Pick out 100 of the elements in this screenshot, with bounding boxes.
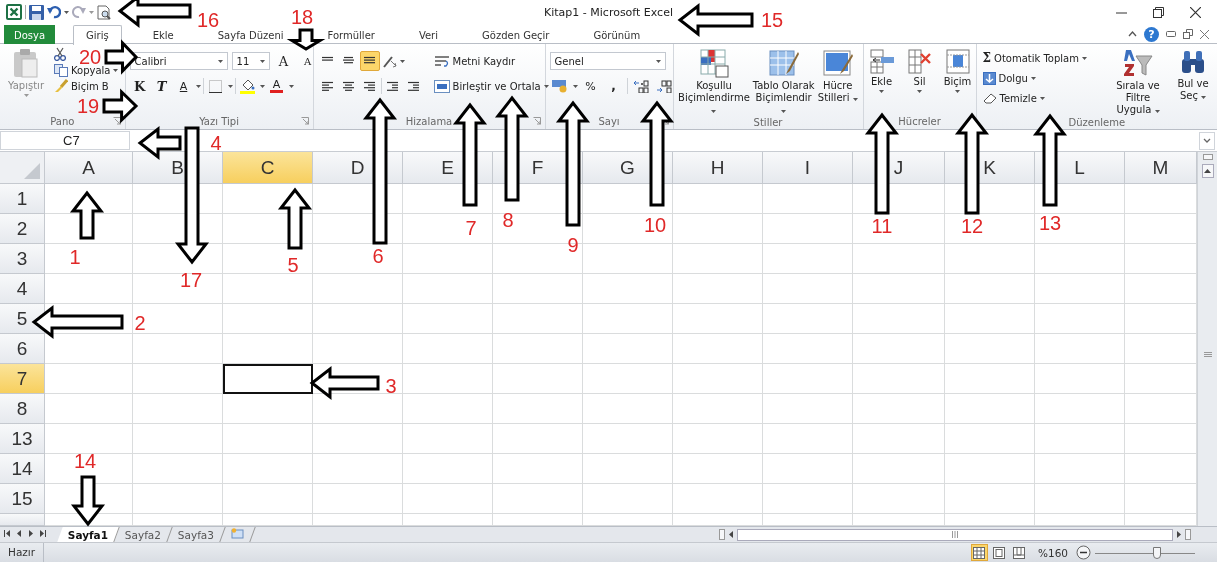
grid-cell[interactable] (403, 214, 493, 244)
grid-cell[interactable] (763, 214, 853, 244)
grid-cell[interactable] (1035, 394, 1125, 424)
scroll-up-icon[interactable] (1204, 169, 1211, 173)
excel-logo-icon[interactable] (6, 4, 22, 20)
ribbon-tab[interactable]: Giriş (73, 25, 122, 45)
grid-cell[interactable] (583, 334, 673, 364)
cut-button[interactable] (52, 46, 68, 62)
grid-cell[interactable] (853, 304, 945, 334)
grid-cell[interactable] (673, 484, 763, 514)
grid-cell[interactable] (133, 424, 223, 454)
grid-cell[interactable] (1035, 364, 1125, 394)
row-header[interactable]: 4 (0, 274, 45, 304)
zoom-level[interactable]: %160 (1037, 546, 1068, 559)
grid-cell[interactable] (403, 364, 493, 394)
grid-cell[interactable] (583, 304, 673, 334)
vertical-scrollbar[interactable] (1197, 152, 1217, 526)
view-button[interactable] (970, 544, 988, 561)
merge-center-button[interactable]: Birleştir ve Ortala (431, 75, 551, 97)
split-handle-icon[interactable] (1185, 529, 1191, 540)
row-header[interactable]: 13 (0, 424, 45, 454)
find-select-button[interactable]: Bul ve Seç (1173, 46, 1213, 116)
grid-cell[interactable] (1035, 514, 1125, 526)
grid-cell[interactable] (313, 274, 403, 304)
close-icon[interactable] (1190, 6, 1201, 18)
grid-cell[interactable] (133, 394, 223, 424)
grid-cell[interactable] (313, 334, 403, 364)
grid-cell[interactable] (673, 514, 763, 526)
grid-cell[interactable] (45, 334, 133, 364)
sort-filter-button[interactable]: Sırala ve Filtre Uygula (1107, 46, 1169, 116)
comma-button[interactable]: , (603, 76, 624, 96)
restore-icon[interactable] (1153, 6, 1164, 18)
grow-font-button[interactable]: A (273, 51, 294, 71)
grid-cell[interactable] (673, 424, 763, 454)
grid-cell[interactable] (133, 364, 223, 394)
column-header[interactable]: M (1125, 152, 1197, 184)
grid-cell[interactable] (313, 304, 403, 334)
grid-cell[interactable] (223, 334, 313, 364)
grid-cell[interactable] (945, 244, 1035, 274)
grid-cell[interactable] (853, 334, 945, 364)
grid-cell[interactable] (313, 244, 403, 274)
grid-cell[interactable] (1035, 334, 1125, 364)
row-header[interactable]: 7 (0, 364, 45, 394)
bold-button[interactable]: K (129, 76, 150, 96)
grid-cell[interactable] (945, 514, 1035, 526)
styles-button[interactable]: Koşullu Biçimlendirme (677, 46, 751, 116)
ribbon-tab[interactable]: Formüller (314, 25, 388, 44)
grid-cell[interactable] (223, 304, 313, 334)
grid-cell[interactable] (583, 424, 673, 454)
grid-cell[interactable] (223, 274, 313, 304)
ribbon-tab[interactable]: Gözden Geçir (469, 25, 563, 44)
grid-cell[interactable] (493, 304, 583, 334)
font-size-dropdown[interactable]: 11 (231, 52, 270, 70)
styles-button[interactable]: Hücre Stilleri (816, 46, 859, 116)
grid-cell[interactable] (45, 274, 133, 304)
grid-cell[interactable] (1035, 484, 1125, 514)
grid-cell[interactable] (1035, 274, 1125, 304)
grid-cell[interactable] (403, 334, 493, 364)
grid-cell[interactable] (853, 424, 945, 454)
grid-cell[interactable] (583, 484, 673, 514)
grid-cell[interactable] (945, 214, 1035, 244)
grid-cell[interactable] (1125, 214, 1197, 244)
grid-cell[interactable] (673, 214, 763, 244)
grid-cell[interactable] (403, 454, 493, 484)
grid-cell[interactable] (673, 244, 763, 274)
grid-cell[interactable] (853, 214, 945, 244)
grid-cell[interactable] (583, 364, 673, 394)
font-color-button[interactable]: A (266, 76, 287, 96)
grid-cell[interactable] (583, 214, 673, 244)
grid-cell[interactable] (45, 454, 133, 484)
grid-cell[interactable] (313, 454, 403, 484)
grid-cell[interactable] (673, 364, 763, 394)
grid-cell[interactable] (1125, 184, 1197, 214)
grid-cell[interactable] (853, 484, 945, 514)
grid-cell[interactable] (945, 304, 1035, 334)
zoom-slider[interactable] (1095, 546, 1195, 559)
grid-cell[interactable] (313, 424, 403, 454)
fill-button[interactable]: Dolgu (980, 68, 1089, 88)
column-header[interactable]: H (673, 152, 763, 184)
grid-cell[interactable] (1035, 244, 1125, 274)
grid-cell[interactable] (133, 454, 223, 484)
grid-cell[interactable] (493, 424, 583, 454)
italic-button[interactable]: T (151, 76, 172, 96)
grid-cell[interactable] (1125, 334, 1197, 364)
grid-cell[interactable] (945, 454, 1035, 484)
collapse-ribbon-icon[interactable] (1128, 31, 1137, 37)
grid-cell[interactable] (1035, 454, 1125, 484)
grid-cell[interactable] (223, 424, 313, 454)
grid-cell[interactable] (853, 514, 945, 526)
print-preview-icon[interactable] (97, 4, 111, 20)
format-painter-button[interactable]: Biçim B (52, 78, 111, 94)
grid-cell[interactable] (853, 454, 945, 484)
zoom-out-icon[interactable] (1076, 545, 1091, 560)
grid-cell[interactable] (403, 274, 493, 304)
last-sheet-icon[interactable] (40, 530, 46, 537)
grid-cell[interactable] (763, 334, 853, 364)
grid-cell[interactable] (223, 484, 313, 514)
ribbon-tab[interactable]: Görünüm (580, 25, 654, 44)
grid-cell[interactable] (583, 244, 673, 274)
column-header[interactable]: A (45, 152, 133, 184)
